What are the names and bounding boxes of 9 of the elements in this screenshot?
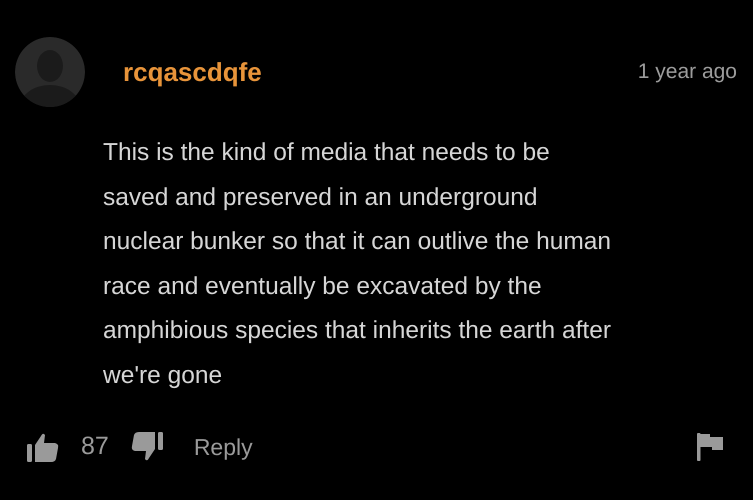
reply-button[interactable]: Reply: [194, 430, 253, 464]
username[interactable]: rcqascdqfe: [123, 52, 262, 92]
thumbs-up-icon[interactable]: [27, 432, 59, 462]
avatar-icon: [15, 37, 85, 107]
timestamp: 1 year ago: [638, 59, 737, 86]
like-count: 87: [81, 431, 109, 462]
thumbs-down-icon[interactable]: [130, 432, 163, 462]
flag-icon[interactable]: [697, 432, 723, 461]
comment-text: This is the kind of media that needs to be saved and preserved in an underground nuclear bunker so that it can outlive the human race and eventually be excavated by the amphibious species that inherits the earth after we're gone: [103, 138, 612, 390]
